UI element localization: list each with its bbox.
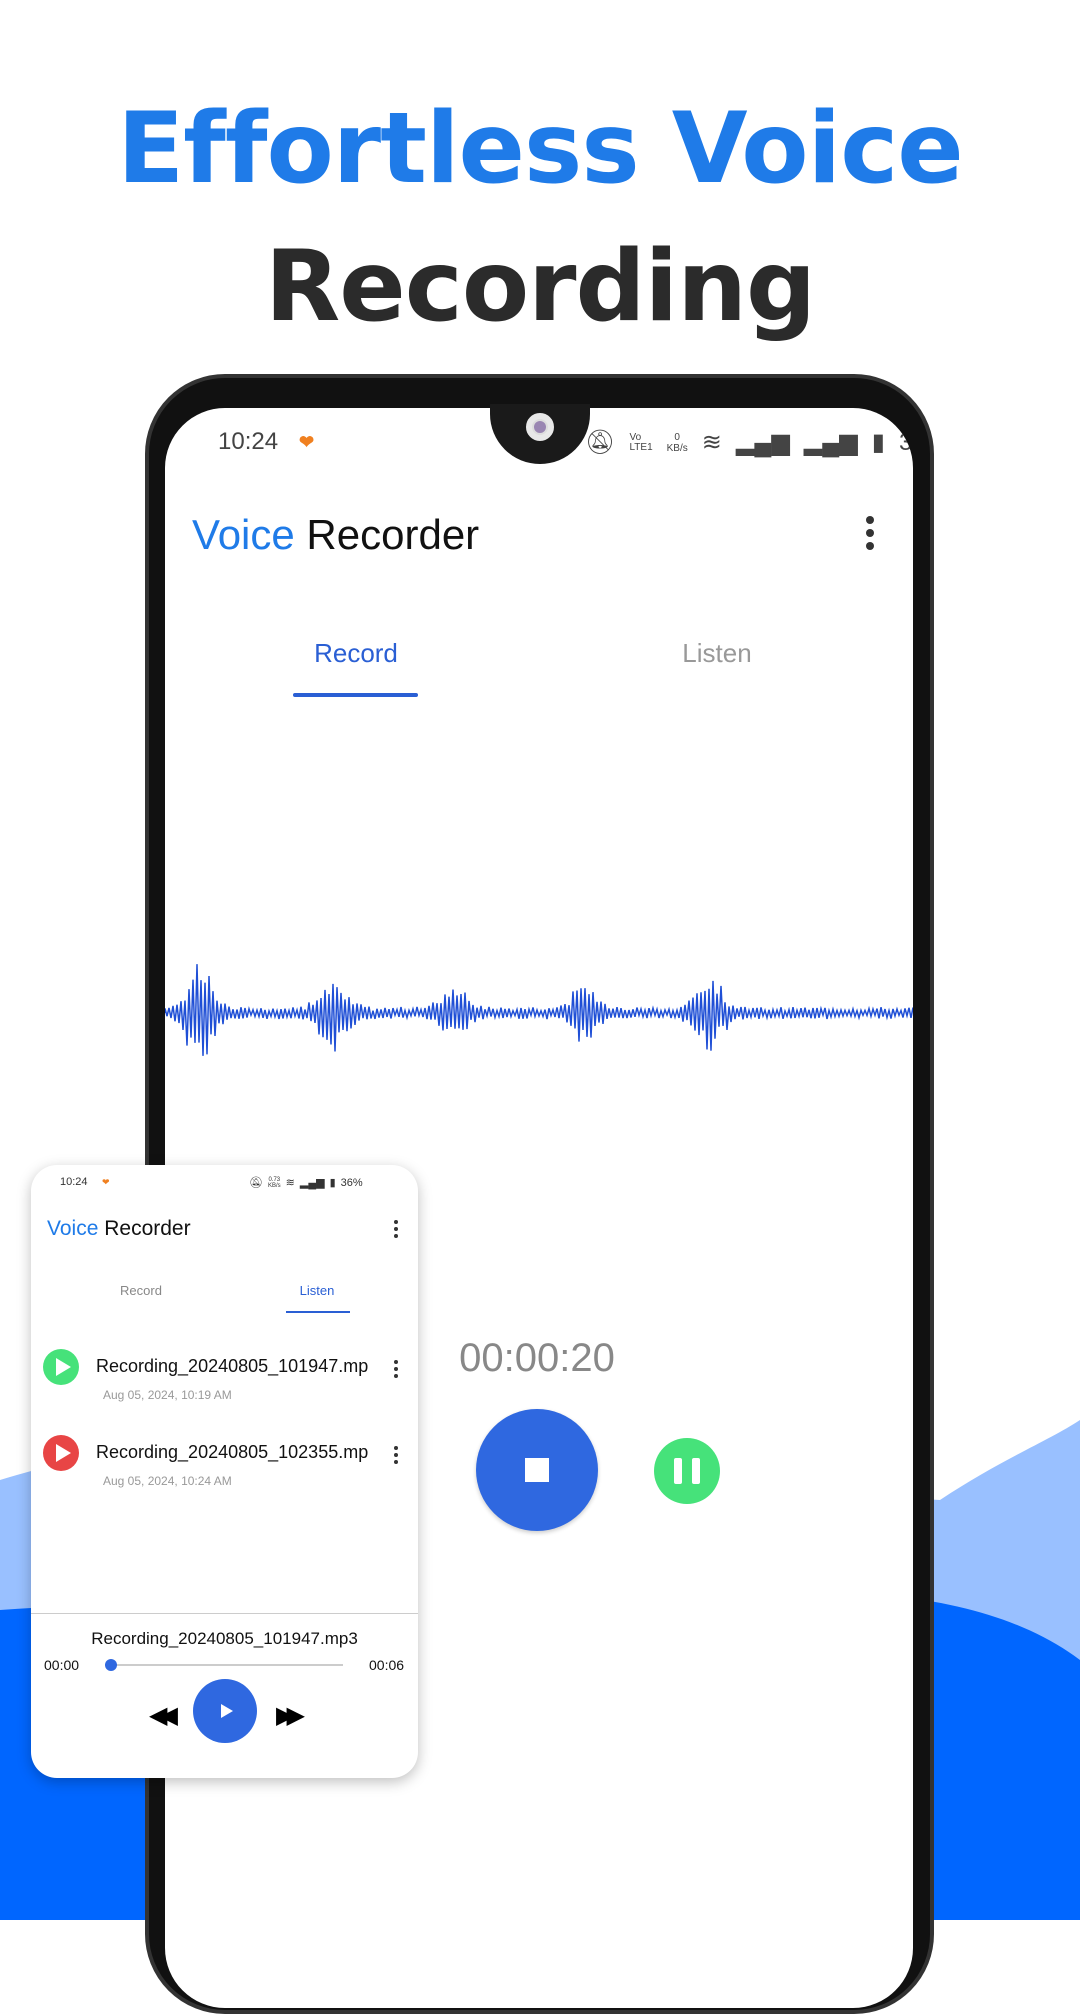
battery-icon: ▮: [871, 429, 885, 456]
battery-level: 36%: [340, 1176, 363, 1189]
rewind-button[interactable]: ◀◀: [149, 1701, 178, 1730]
app-title: Voice Recorder: [192, 511, 480, 558]
seek-thumb[interactable]: [105, 1659, 117, 1671]
recording-name[interactable]: Recording_20240805_101947.mp: [96, 1356, 368, 1377]
tab-record[interactable]: Record: [81, 1283, 201, 1298]
recording-name[interactable]: Recording_20240805_102355.mp: [96, 1442, 368, 1463]
seek-bar[interactable]: [110, 1664, 343, 1666]
waveform: [165, 964, 913, 1056]
play-button-green[interactable]: [43, 1349, 79, 1385]
notification-icon: ❤: [299, 432, 315, 452]
tab-listen[interactable]: Listen: [617, 638, 817, 669]
notification-icon: ❤: [102, 1177, 110, 1187]
pause-button[interactable]: [654, 1438, 720, 1504]
headline-line2: Recording: [264, 230, 816, 344]
pause-icon: [674, 1458, 682, 1484]
mute-icon: 🔕︎: [249, 1177, 263, 1189]
divider: [31, 1613, 418, 1614]
item-menu-icon[interactable]: [391, 1446, 401, 1464]
camera: [526, 413, 554, 441]
tab-indicator: [293, 693, 418, 697]
net-speed: 0 KB/s: [666, 431, 688, 454]
stop-icon: [525, 1458, 549, 1482]
player-duration: 00:06: [369, 1657, 405, 1673]
kebab-icon[interactable]: [865, 516, 875, 550]
listen-preview-card: 10:24 ❤ 🔕︎ 0.73 KB/s ≋ ▂▄▆ ▮ 36% Voice Re…: [31, 1165, 418, 1778]
kebab-icon[interactable]: [391, 1220, 401, 1238]
battery-icon: ▮: [329, 1177, 336, 1189]
stop-button[interactable]: [476, 1409, 598, 1531]
battery-level: 36%: [898, 428, 913, 456]
signal-icon: ▂▄▆: [299, 1177, 325, 1189]
status-icons: 🔕︎ VoLTE1 0KB/s ≋ ▂▄▆ ▂▄▆ ▮ 36%: [585, 428, 913, 457]
headline-line1: Effortless Voice: [117, 92, 964, 206]
tab-record[interactable]: Record: [256, 638, 456, 669]
app-title: Voice Recorder: [47, 1217, 191, 1240]
fast-forward-button[interactable]: ▶▶: [276, 1701, 305, 1730]
volte-icon: Vo LTE1: [629, 431, 653, 453]
status-time: 10:24: [60, 1176, 88, 1188]
recording-timer: 00:00:20: [459, 1336, 615, 1380]
mute-icon: 🔕︎: [585, 429, 616, 456]
status-time: 10:24: [218, 428, 279, 455]
player-current-time: 00:00: [44, 1657, 80, 1673]
player-play-button[interactable]: [193, 1679, 257, 1743]
item-menu-icon[interactable]: [391, 1360, 401, 1378]
tab-listen[interactable]: Listen: [257, 1283, 377, 1298]
wifi-icon: ≋: [285, 1177, 295, 1189]
signal-icon: ▂▄▆: [735, 429, 790, 456]
player-file-name: Recording_20240805_101947.mp3: [91, 1629, 358, 1648]
status-icons: 🔕︎ 0.73 KB/s ≋ ▂▄▆ ▮ 36%: [249, 1176, 363, 1190]
play-button-red[interactable]: [43, 1435, 79, 1471]
recording-date: Aug 05, 2024, 10:24 AM: [103, 1474, 232, 1488]
signal-icon-2: ▂▄▆: [803, 429, 858, 456]
play-icon: [221, 1704, 233, 1718]
tab-indicator: [286, 1311, 350, 1313]
recording-date: Aug 05, 2024, 10:19 AM: [103, 1388, 232, 1402]
wifi-icon: ≋: [701, 429, 722, 456]
net-speed: 0.73 KB/s: [267, 1176, 281, 1189]
